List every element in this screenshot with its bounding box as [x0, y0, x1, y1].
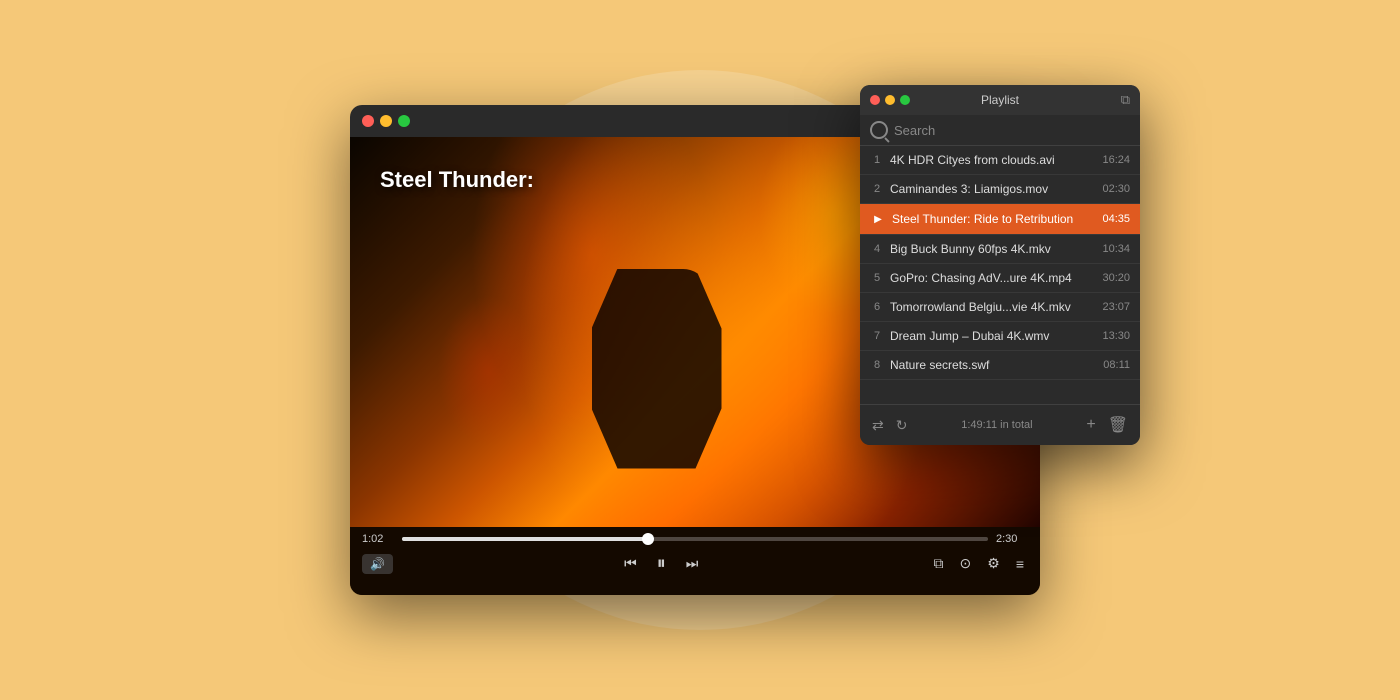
- playlist-search-bar[interactable]: Search: [860, 115, 1140, 146]
- search-label: Search: [894, 123, 935, 138]
- next-button[interactable]: ⏭: [682, 553, 703, 574]
- playlist-item[interactable]: 2 ▶ Caminandes 3: Liamigos.mov 02:30: [860, 175, 1140, 204]
- play-icon: ▶: [870, 211, 886, 227]
- item-name: Caminandes 3: Liamigos.mov: [890, 182, 1096, 196]
- playlist-item[interactable]: 6 ▶ Tomorrowland Belgiu...vie 4K.mkv 23:…: [860, 293, 1140, 322]
- item-name: Tomorrowland Belgiu...vie 4K.mkv: [890, 300, 1096, 314]
- item-duration: 10:34: [1102, 243, 1130, 255]
- item-number: 7: [870, 330, 884, 342]
- total-time: 1:49:11 in total: [917, 419, 1076, 431]
- item-duration: 08:11: [1103, 359, 1130, 371]
- playlist-titlebar: Playlist ⧉: [860, 85, 1140, 115]
- repeat-button[interactable]: ↻: [894, 415, 910, 436]
- progress-bar-container: 1:02 2:30: [362, 533, 1028, 545]
- airplay-button[interactable]: ⊙: [956, 553, 976, 574]
- item-name: Steel Thunder: Ride to Retribution: [892, 212, 1096, 226]
- player-fullscreen-button[interactable]: [398, 115, 410, 127]
- volume-button[interactable]: 🔊: [362, 554, 393, 574]
- item-duration: 16:24: [1102, 154, 1130, 166]
- playlist-item[interactable]: 4 ▶ Big Buck Bunny 60fps 4K.mkv 10:34: [860, 235, 1140, 264]
- player-minimize-button[interactable]: [380, 115, 392, 127]
- playlist-item[interactable]: 7 ▶ Dream Jump – Dubai 4K.wmv 13:30: [860, 322, 1140, 351]
- playlist-item[interactable]: 8 ▶ Nature secrets.swf 08:11: [860, 351, 1140, 380]
- playlist-fullscreen-button[interactable]: [900, 95, 910, 105]
- delete-button[interactable]: 🗑: [1106, 413, 1130, 437]
- item-number: 1: [870, 154, 884, 166]
- shuffle-button[interactable]: ⇄: [870, 415, 886, 436]
- controls-row: 🔊 ⏮ ⏸ ⏭ ⧉ ⊙ ⚙ ≡: [362, 551, 1028, 576]
- rider-silhouette: [592, 269, 722, 469]
- item-duration: 02:30: [1102, 183, 1130, 195]
- playlist-minimize-button[interactable]: [885, 95, 895, 105]
- item-number: 4: [870, 243, 884, 255]
- settings-button[interactable]: ⚙: [983, 553, 1004, 574]
- progress-fill: [402, 537, 648, 541]
- controls-center: ⏮ ⏸ ⏭: [401, 551, 922, 576]
- controls-right: ⧉ ⊙ ⚙ ≡: [930, 553, 1028, 574]
- item-duration: 23:07: [1102, 301, 1130, 313]
- playlist-view-icon[interactable]: ⧉: [1121, 92, 1130, 108]
- playlist-window: Playlist ⧉ Search 1 ▶ 4K HDR Cityes from…: [860, 85, 1140, 445]
- player-close-button[interactable]: [362, 115, 374, 127]
- playlist-items: 1 ▶ 4K HDR Cityes from clouds.avi 16:24 …: [860, 146, 1140, 404]
- item-name: Nature secrets.swf: [890, 358, 1097, 372]
- item-duration: 13:30: [1102, 330, 1130, 342]
- add-button[interactable]: +: [1084, 414, 1097, 436]
- playlist-close-button[interactable]: [870, 95, 880, 105]
- item-duration: 30:20: [1102, 272, 1130, 284]
- player-controls: 1:02 2:30 🔊 ⏮ ⏸ ⏭: [350, 527, 1040, 595]
- prev-button[interactable]: ⏮: [620, 553, 641, 574]
- playlist-toggle-button[interactable]: ≡: [1012, 554, 1028, 574]
- video-title-overlay: Steel Thunder:: [380, 167, 534, 193]
- playlist-item[interactable]: 5 ▶ GoPro: Chasing AdV...ure 4K.mp4 30:2…: [860, 264, 1140, 293]
- item-name: Dream Jump – Dubai 4K.wmv: [890, 329, 1096, 343]
- item-number: 5: [870, 272, 884, 284]
- playlist-item[interactable]: 1 ▶ 4K HDR Cityes from clouds.avi 16:24: [860, 146, 1140, 175]
- pause-button[interactable]: ⏸: [653, 551, 670, 576]
- playlist-item[interactable]: 3 ▶ Steel Thunder: Ride to Retribution 0…: [860, 204, 1140, 235]
- search-icon: [870, 121, 888, 139]
- pip-button[interactable]: ⧉: [930, 553, 948, 574]
- windows-container: Steel Thunder: 1:02 2:30 🔊 ⏮: [350, 85, 1050, 615]
- item-name: GoPro: Chasing AdV...ure 4K.mp4: [890, 271, 1096, 285]
- item-duration: 04:35: [1102, 213, 1130, 225]
- item-number: 2: [870, 183, 884, 195]
- item-name: 4K HDR Cityes from clouds.avi: [890, 153, 1096, 167]
- volume-icon: 🔊: [370, 557, 385, 571]
- progress-track[interactable]: [402, 537, 988, 541]
- time-total: 2:30: [996, 533, 1028, 545]
- playlist-title: Playlist: [981, 93, 1019, 107]
- time-current: 1:02: [362, 533, 394, 545]
- item-number: 8: [870, 359, 884, 371]
- progress-thumb[interactable]: [642, 533, 654, 545]
- playlist-footer: ⇄ ↻ 1:49:11 in total + 🗑: [860, 404, 1140, 445]
- item-name: Big Buck Bunny 60fps 4K.mkv: [890, 242, 1096, 256]
- item-number: 6: [870, 301, 884, 313]
